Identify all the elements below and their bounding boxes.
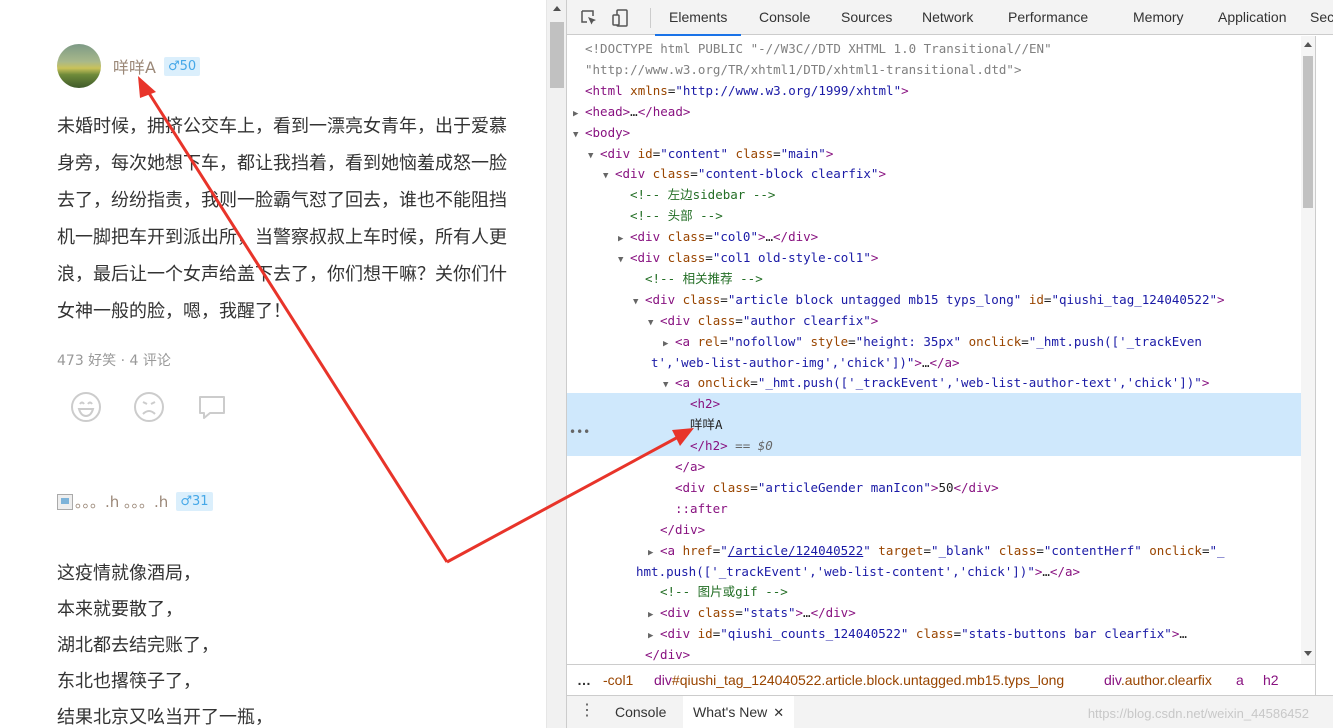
dom-node[interactable]: ▶ <a href="/article/124040522" target="_b… <box>567 540 1301 561</box>
dom-node[interactable]: ▶ <div id="qiushi_counts_124040522" class… <box>567 623 1301 644</box>
dom-node[interactable]: ▼ <div class="article block untagged mb15… <box>567 289 1301 310</box>
scrollbar-thumb[interactable] <box>550 22 564 88</box>
post-line: 去了，纷纷指责，我则一脸霸气怼了回去，谁也不能阻挡 <box>57 190 507 211</box>
smile-icon[interactable] <box>70 391 102 423</box>
dom-node[interactable]: t','web-list-author-img','chick'])">…</a… <box>567 352 1301 373</box>
post-line: 本来就要散了， <box>57 599 183 620</box>
dom-node[interactable]: ▼ <div class="author clearfix"> <box>567 310 1301 331</box>
device-toolbar-icon[interactable] <box>612 9 630 27</box>
post-line: 身旁，每次她想下车，都让我挡着，看到她恼羞成怒一脸 <box>57 153 507 174</box>
dom-node[interactable]: ▶ <a rel="nofollow" style="height: 35px" … <box>567 331 1301 352</box>
dom-node[interactable]: hmt.push(['_trackEvent','web-list-conten… <box>567 561 1301 582</box>
broken-image-icon <box>57 493 73 510</box>
breadcrumb-item[interactable]: a <box>1236 665 1244 695</box>
dom-node[interactable]: ▼ <body> <box>567 122 1301 143</box>
dom-node-selected[interactable]: <h2> <box>567 393 1301 415</box>
scroll-down-arrow-icon[interactable] <box>1304 651 1312 656</box>
dom-node[interactable]: <!-- 图片或gif --> <box>567 581 1301 602</box>
dom-node[interactable]: <!-- 左边sidebar --> <box>567 184 1301 205</box>
post-line: 机一脚把车开到派出所，当警察叔叔上车时候，所有人更 <box>57 227 507 248</box>
author-name[interactable]: 。。。.h 。。。.h <box>75 491 168 512</box>
dom-node[interactable]: ▶ <head>…</head> <box>567 101 1301 122</box>
dom-node-selected[interactable]: 咩咩A <box>567 414 1301 436</box>
post-line: 这疫情就像酒局， <box>57 563 201 584</box>
drawer-tab-whats-new[interactable]: What's New ✕ <box>683 696 795 728</box>
dom-node[interactable]: </div> <box>567 519 1301 540</box>
gender-badge: ♂50 <box>163 56 201 76</box>
dom-node[interactable]: <html xmlns="http://www.w3.org/1999/xhtm… <box>567 80 1301 101</box>
dom-node[interactable]: ▼ <a onclick="_hmt.push(['_trackEvent','w… <box>567 372 1301 393</box>
dom-node[interactable]: </a> <box>567 456 1301 477</box>
dom-node[interactable]: <!DOCTYPE html PUBLIC "-//W3C//DTD XHTML… <box>567 38 1301 59</box>
dom-node[interactable]: <!-- 相关推荐 --> <box>567 268 1301 289</box>
dom-node[interactable]: <div class="articleGender manIcon">50</d… <box>567 477 1301 498</box>
post-line: 浪，最后让一个女声给盖下去了，你们想干嘛？关你们什 <box>57 264 507 285</box>
post-line: 女神一般的脸，嗯，我醒了！ <box>57 301 291 322</box>
post-actions <box>70 391 228 423</box>
tab-network[interactable]: Network <box>922 0 973 35</box>
webpage-viewport: 咩咩A ♂50 未婚时候，拥挤公交车上，看到一漂亮女青年，出于爱慕 身旁，每次她… <box>0 0 546 728</box>
tab-performance[interactable]: Performance <box>1008 0 1088 35</box>
tab-memory[interactable]: Memory <box>1133 0 1184 35</box>
post-stats: 473 好笑 · 4 评论 <box>57 353 171 369</box>
author-name[interactable]: 咩咩A <box>113 54 156 78</box>
tab-elements[interactable]: Elements <box>654 0 742 36</box>
scrollbar-thumb[interactable] <box>1303 56 1313 208</box>
tab-console[interactable]: Console <box>759 0 810 35</box>
breadcrumb: … -col1 div#qiushi_tag_124040522.article… <box>567 664 1315 695</box>
breadcrumb-item[interactable]: div.author.clearfix <box>1104 665 1212 695</box>
devtools-panel: Elements Console Sources Network Perform… <box>566 0 1333 728</box>
tab-separator <box>650 8 651 28</box>
page-scrollbar[interactable] <box>546 0 566 728</box>
dom-node[interactable]: ▶ <div class="stats">…</div> <box>567 602 1301 623</box>
tab-sources[interactable]: Sources <box>841 0 892 35</box>
post-content[interactable]: 未婚时候，拥挤公交车上，看到一漂亮女青年，出于爱慕 身旁，每次她想下车，都让我挡… <box>57 108 546 330</box>
post-line: 未婚时候，拥挤公交车上，看到一漂亮女青年，出于爱慕 <box>57 116 507 137</box>
post-author[interactable]: 。。。.h 。。。.h ♂31 <box>57 491 213 512</box>
avatar[interactable] <box>57 44 101 88</box>
dom-node[interactable]: ▼ <div class="col1 old-style-col1"> <box>567 247 1301 268</box>
more-options-dots[interactable]: ••• <box>569 425 590 439</box>
drawer-tab-label: What's New <box>693 704 768 720</box>
dom-node-selected[interactable]: </h2> == $0 <box>567 435 1301 457</box>
inspect-element-icon[interactable] <box>580 9 598 27</box>
dom-tree[interactable]: <!DOCTYPE html PUBLIC "-//W3C//DTD XHTML… <box>567 36 1301 664</box>
breadcrumb-overflow[interactable]: … <box>577 665 591 695</box>
watermark: https://blog.csdn.net/weixin_44586452 <box>1087 706 1309 721</box>
devtools-tabbar: Elements Console Sources Network Perform… <box>567 0 1333 36</box>
dom-node[interactable]: ▼ <div class="content-block clearfix"> <box>567 163 1301 184</box>
post-author[interactable]: 咩咩A ♂50 <box>57 44 201 88</box>
dom-node[interactable]: ▶ <div class="col0">…</div> <box>567 226 1301 247</box>
breadcrumb-item[interactable]: h2 <box>1263 665 1279 695</box>
drawer-menu-icon[interactable]: ⋮ <box>579 700 595 720</box>
dom-node[interactable]: </div> <box>567 644 1301 664</box>
dom-node[interactable]: <!-- 头部 --> <box>567 205 1301 226</box>
tab-security[interactable]: Sec <box>1310 0 1333 35</box>
broken-avatar-image[interactable]: 。。。.h 。。。.h <box>57 491 168 512</box>
dom-node[interactable]: ▼ <div id="content" class="main"> <box>567 143 1301 164</box>
drawer-tab-console[interactable]: Console <box>607 696 674 728</box>
dom-node[interactable]: ::after <box>567 498 1301 519</box>
gender-badge: ♂31 <box>176 492 213 511</box>
sad-icon[interactable] <box>133 391 165 423</box>
styles-pane[interactable] <box>1315 36 1333 728</box>
dom-node[interactable]: "http://www.w3.org/TR/xhtml1/DTD/xhtml1-… <box>567 59 1301 80</box>
scroll-up-arrow-icon[interactable] <box>1304 42 1312 47</box>
post-line: 结果北京又吆当开了一瓶， <box>57 707 273 728</box>
tab-application[interactable]: Application <box>1218 0 1287 35</box>
close-icon[interactable]: ✕ <box>773 705 784 720</box>
post-content[interactable]: 这疫情就像酒局， 本来就要散了， 湖北都去结完账了， 东北也撂筷子了， 结果北京… <box>57 556 546 728</box>
comment-icon[interactable] <box>196 391 228 423</box>
dom-scrollbar[interactable] <box>1301 36 1315 664</box>
post-line: 湖北都去结完账了， <box>57 635 219 656</box>
breadcrumb-item[interactable]: -col1 <box>603 665 633 695</box>
post-line: 东北也撂筷子了， <box>57 671 201 692</box>
breadcrumb-item[interactable]: div#qiushi_tag_124040522.article.block.u… <box>654 665 1064 695</box>
scroll-up-arrow-icon[interactable] <box>553 6 561 11</box>
